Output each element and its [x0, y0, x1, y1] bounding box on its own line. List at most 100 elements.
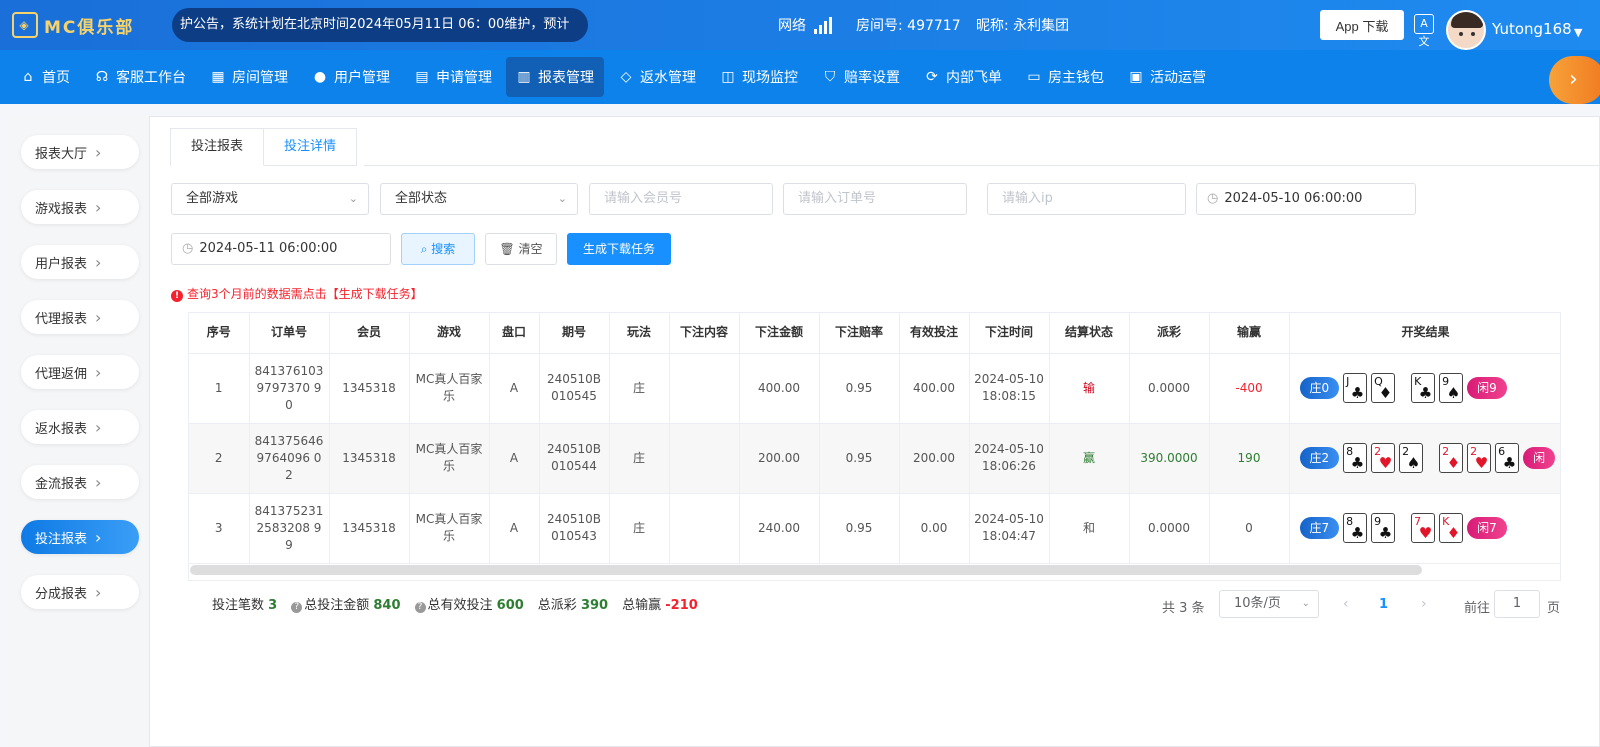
- clock-icon: ◷: [182, 241, 194, 256]
- cell-amount: 400.00: [739, 353, 820, 424]
- playing-card: 8 ♣: [1343, 513, 1368, 543]
- search-label: 搜索: [431, 242, 456, 256]
- app-download-button[interactable]: App 下载: [1320, 10, 1404, 40]
- column-header: 序号: [189, 313, 250, 354]
- sidebar-item-1[interactable]: 游戏报表 ›: [21, 190, 139, 224]
- nav-item-3[interactable]: ● 用户管理: [302, 57, 400, 97]
- chevron-right-icon: ›: [95, 472, 102, 492]
- network-status: 网络: [778, 15, 832, 35]
- member-input[interactable]: 请输入会员号: [589, 183, 773, 215]
- cell-period: 240510B010545: [539, 353, 610, 424]
- cell-market: A: [489, 493, 540, 564]
- nav-item-7[interactable]: ◫ 现场监控: [710, 57, 808, 97]
- goto-page-input[interactable]: 1: [1494, 590, 1540, 618]
- cell-member: 1345318: [329, 353, 410, 424]
- nav-item-9[interactable]: ⟳ 内部飞单: [914, 57, 1012, 97]
- column-header: 开奖结果: [1289, 313, 1560, 354]
- cell-no: 1: [189, 353, 250, 424]
- cell-time: 2024-05-10 18:06:26: [969, 423, 1050, 494]
- chevron-right-icon: ›: [95, 197, 102, 217]
- search-button[interactable]: ⌕ 搜索: [401, 233, 475, 265]
- tab-divider: [364, 165, 1600, 166]
- query-warning: ! 查询3个月前的数据需点击【生成下载任务】: [171, 285, 423, 302]
- nav-item-4[interactable]: ▤ 申请管理: [404, 57, 502, 97]
- translate-icon[interactable]: A文: [1414, 14, 1434, 48]
- nav-item-10[interactable]: ▭ 房主钱包: [1016, 57, 1114, 97]
- playing-card: K ♦: [1439, 513, 1464, 543]
- sidebar-item-label: 投注报表: [35, 531, 88, 547]
- table-row[interactable]: 1 8413761039797370 90 1345318 MC真人百家乐 A 24051…: [189, 353, 1560, 424]
- game-select[interactable]: 全部游戏 ⌄: [171, 183, 369, 215]
- horizontal-scrollbar[interactable]: [190, 565, 1422, 575]
- sidebar-item-4[interactable]: 代理返佣 ›: [21, 355, 139, 389]
- cell-order: 8413752312583208 99: [249, 493, 330, 564]
- cell-game: MC真人百家乐: [409, 493, 490, 564]
- column-header: 会员: [329, 313, 410, 354]
- nav-item-label: 活动运营: [1150, 70, 1206, 86]
- column-header: 订单号: [249, 313, 330, 354]
- column-header: 下注金额: [739, 313, 820, 354]
- cell-valid: 200.00: [899, 423, 970, 494]
- cell-result: 庄2 8 ♣ 2 ♥ 2 ♠ 2 ♦ 2 ♥ 6 ♣ 闲: [1289, 423, 1560, 494]
- nav-next-button[interactable]: ›: [1549, 56, 1600, 104]
- page-size-select[interactable]: 10条/页 ⌄: [1219, 590, 1319, 618]
- table-row[interactable]: 3 8413752312583208 99 1345318 MC真人百家乐 A 24051…: [189, 493, 1560, 564]
- end-time-picker[interactable]: ◷ 2024-05-11 06:00:00: [171, 233, 391, 265]
- sidebar-item-8[interactable]: 分成报表 ›: [21, 575, 139, 609]
- cell-order: 8413761039797370 90: [249, 353, 330, 424]
- sidebar-item-7[interactable]: 投注报表 ›: [21, 520, 139, 554]
- nav-item-label: 首页: [42, 70, 70, 86]
- next-page-button[interactable]: ›: [1421, 596, 1427, 612]
- prev-page-button[interactable]: ‹: [1343, 596, 1349, 612]
- nav-item-5[interactable]: ▥ 报表管理: [506, 57, 604, 97]
- table-row[interactable]: 2 8413756469764096 02 1345318 MC真人百家乐 A 24051…: [189, 423, 1560, 494]
- status-select[interactable]: 全部状态 ⌄: [380, 183, 578, 215]
- document-icon: ▤: [415, 69, 429, 85]
- nav-item-6[interactable]: ◇ 返水管理: [608, 57, 706, 97]
- cell-content: [669, 423, 740, 494]
- cell-period: 240510B010543: [539, 493, 610, 564]
- start-time-picker[interactable]: ◷ 2024-05-10 06:00:00: [1196, 183, 1416, 215]
- column-header: 期号: [539, 313, 610, 354]
- signal-icon: [814, 16, 832, 34]
- playing-card: 2 ♦: [1439, 443, 1464, 473]
- nav-item-1[interactable]: ☊ 客服工作台: [84, 57, 196, 97]
- username[interactable]: Yutong168: [1492, 20, 1572, 38]
- cell-game: MC真人百家乐: [409, 353, 490, 424]
- player-result-badge: 闲7: [1467, 517, 1507, 539]
- nav-item-0[interactable]: ⌂ 首页: [10, 57, 80, 97]
- sidebar-item-label: 报表大厅: [35, 146, 88, 162]
- sidebar-item-6[interactable]: 金流报表 ›: [21, 465, 139, 499]
- chevron-right-icon: ›: [95, 582, 102, 602]
- nav-item-label: 赔率设置: [844, 70, 900, 86]
- playing-card: 9 ♠: [1439, 373, 1464, 403]
- user-menu-caret-icon[interactable]: ▼: [1574, 26, 1582, 39]
- tab-bet-report[interactable]: 投注报表: [170, 128, 265, 166]
- sidebar-item-3[interactable]: 代理报表 ›: [21, 300, 139, 334]
- ip-input[interactable]: 请输入ip: [987, 183, 1186, 215]
- status-select-value: 全部状态: [395, 191, 448, 206]
- generate-download-button[interactable]: 生成下载任务: [567, 233, 671, 265]
- summary-count: 投注笔数 3: [212, 598, 278, 613]
- page-number-current[interactable]: 1: [1379, 597, 1388, 612]
- cell-no: 2: [189, 423, 250, 494]
- sidebar-item-2[interactable]: 用户报表 ›: [21, 245, 139, 279]
- clear-button[interactable]: 🗑 清空: [485, 233, 557, 265]
- summary-total-bet: ? 总投注金额 840: [291, 594, 401, 613]
- cell-status: 输: [1049, 353, 1130, 424]
- top-bar: ◈ MC俱乐部 护公告，系统计划在北京时间2024年05月11日 06：00维护…: [0, 0, 1600, 50]
- nav-item-2[interactable]: ▦ 房间管理: [200, 57, 298, 97]
- bet-table: 序号 订单号 会员 游戏 盘口 期号 玩法 下注内容 下注金额 下注赔率 有效投注 下注时间 结算状态派…: [188, 312, 1561, 581]
- cell-odds: 0.95: [819, 353, 900, 424]
- nav-item-label: 用户管理: [334, 70, 390, 86]
- sidebar-item-5[interactable]: 返水报表 ›: [21, 410, 139, 444]
- order-input[interactable]: 请输入订单号: [783, 183, 967, 215]
- avatar[interactable]: [1446, 10, 1486, 50]
- tab-bet-details[interactable]: 投注详情: [264, 128, 358, 166]
- nickname: 昵称: 永利集团: [976, 18, 1070, 34]
- cell-odds: 0.95: [819, 423, 900, 494]
- nav-item-11[interactable]: ▣ 活动运营: [1118, 57, 1216, 97]
- nav-item-8[interactable]: ⛉ 赔率设置: [812, 57, 910, 97]
- playing-card: 8 ♣: [1343, 443, 1368, 473]
- sidebar-item-0[interactable]: 报表大厅 ›: [21, 135, 139, 169]
